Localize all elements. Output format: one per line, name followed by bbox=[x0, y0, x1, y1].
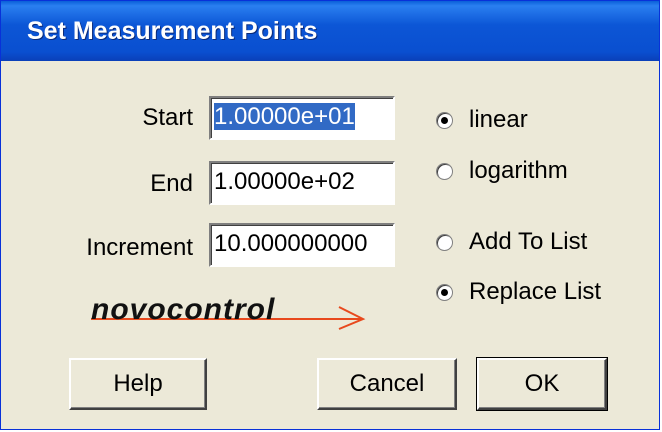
set-measurement-points-dialog: Set Measurement Points Start 1.00000e+01… bbox=[0, 0, 660, 430]
logo-wordmark: novocontrol bbox=[91, 293, 276, 326]
radio-replace-list-indicator[interactable] bbox=[436, 283, 453, 301]
increment-input[interactable]: 10.000000000 bbox=[209, 223, 395, 267]
radio-linear[interactable]: linear bbox=[436, 105, 528, 135]
start-label: Start bbox=[142, 104, 193, 131]
radio-replace-list-label: Replace List bbox=[469, 278, 602, 305]
end-input[interactable]: 1.00000e+02 bbox=[209, 161, 395, 205]
end-input-value: 1.00000e+02 bbox=[214, 168, 355, 195]
radio-linear-label: linear bbox=[469, 106, 528, 133]
start-input-value: 1.00000e+01 bbox=[214, 103, 355, 130]
radio-linear-indicator[interactable] bbox=[436, 111, 453, 129]
radio-add-to-list-label: Add To List bbox=[469, 228, 588, 255]
radio-add-to-list-indicator[interactable] bbox=[436, 233, 453, 251]
radio-logarithm-indicator[interactable] bbox=[436, 162, 453, 180]
cancel-button[interactable]: Cancel bbox=[317, 358, 457, 410]
radio-logarithm[interactable]: logarithm bbox=[436, 156, 568, 186]
start-input[interactable]: 1.00000e+01 bbox=[209, 96, 395, 140]
radio-logarithm-label: logarithm bbox=[469, 157, 568, 184]
ok-button[interactable]: OK bbox=[476, 357, 608, 411]
radio-replace-list[interactable]: Replace List bbox=[436, 277, 601, 307]
increment-input-value: 10.000000000 bbox=[214, 230, 368, 257]
radio-add-to-list[interactable]: Add To List bbox=[436, 227, 587, 257]
end-label: End bbox=[150, 170, 193, 197]
title-bar[interactable]: Set Measurement Points bbox=[1, 1, 659, 61]
window-title: Set Measurement Points bbox=[27, 17, 318, 45]
increment-label: Increment bbox=[86, 234, 193, 261]
novocontrol-logo: novocontrol bbox=[91, 293, 381, 337]
help-button[interactable]: Help bbox=[69, 358, 207, 410]
